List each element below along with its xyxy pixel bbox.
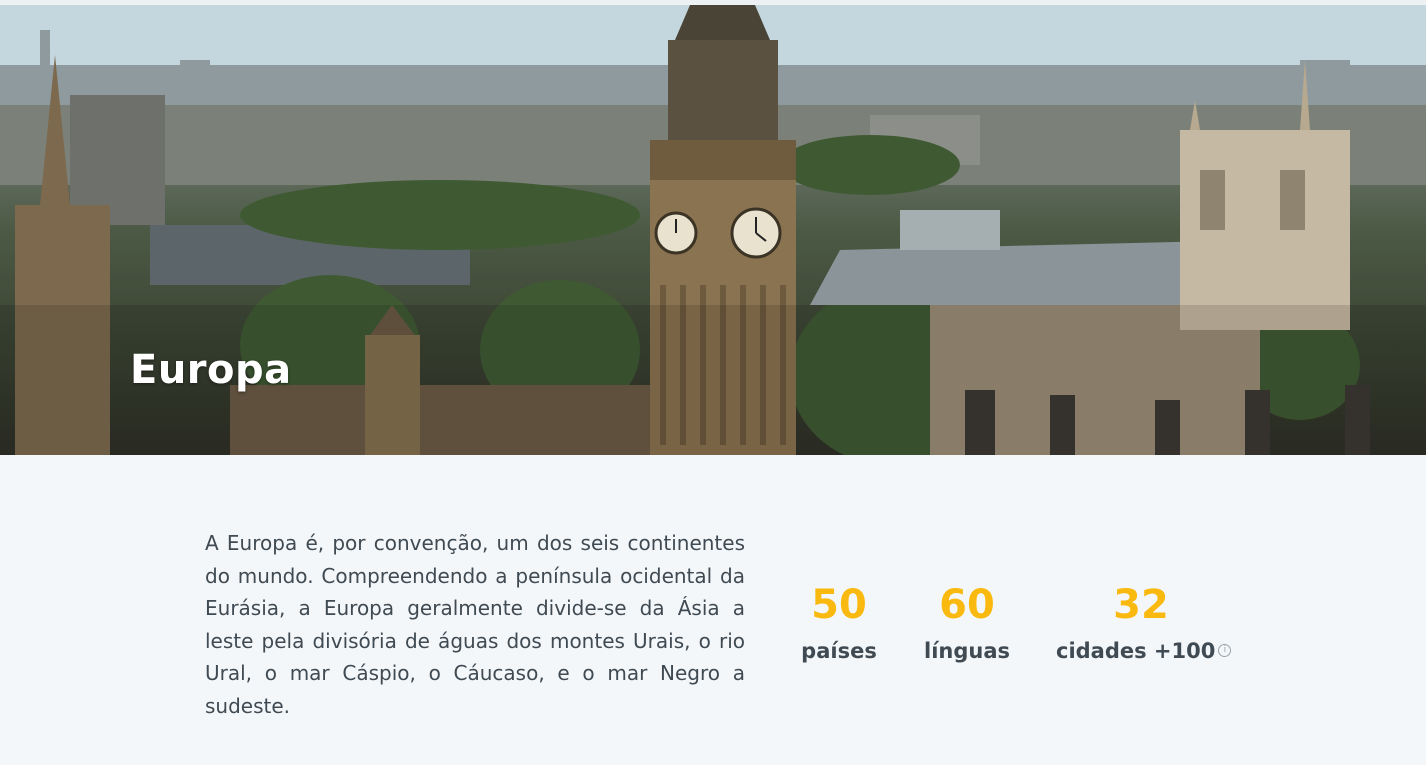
stat-cities: 32 cidades +100 i — [1056, 581, 1232, 663]
stat-countries: 50 países — [798, 581, 880, 663]
content-section: A Europa é, por convenção, um dos seis c… — [0, 455, 1426, 765]
hero-title: Europa — [130, 347, 292, 393]
stat-label-row: cidades +100 i — [1056, 639, 1232, 663]
stat-value: 32 — [1113, 582, 1169, 628]
stat-value: 50 — [811, 582, 867, 628]
stat-languages: 60 línguas — [922, 581, 1012, 663]
continent-description: A Europa é, por convenção, um dos seis c… — [205, 531, 745, 718]
stat-value: 60 — [939, 582, 995, 628]
stat-label: línguas — [924, 639, 1010, 663]
stat-label: cidades +100 — [1056, 639, 1216, 663]
hero-banner: Europa — [0, 5, 1426, 455]
stat-label: países — [801, 639, 877, 663]
info-icon[interactable]: i — [1218, 643, 1232, 657]
